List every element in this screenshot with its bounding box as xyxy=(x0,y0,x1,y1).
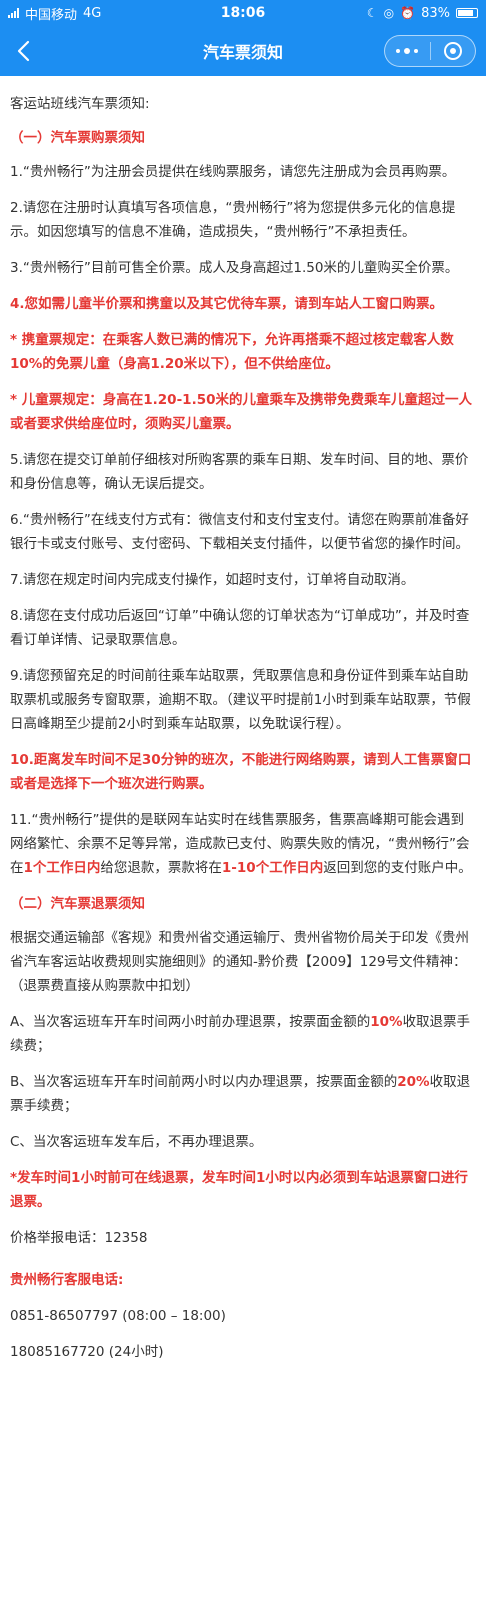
rule-a-text: A、当次客运班车开车时间两小时前办理退票，按票面金额的 xyxy=(10,1014,371,1030)
battery-percent: 83% xyxy=(421,5,450,21)
purchase-item-6: 6.“贵州畅行”在线支付方式有：微信支付和支付宝支付。请您在购票前准备好银行卡或… xyxy=(10,512,469,552)
purchase-item-4: 4.您如需儿童半价票和携童以及其它优待车票，请到车站人工窗口购票。 xyxy=(10,296,444,312)
purchase-item-2: 2.请您在注册时认真填写各项信息，“贵州畅行”将为您提供多元化的信息提示。如因您… xyxy=(10,200,456,240)
purchase-item-3: 3.“贵州畅行”目前可售全价票。成人及身高超过1.50米的儿童购买全价票。 xyxy=(10,260,459,276)
carrier-label: 中国移动 xyxy=(25,7,78,23)
purchase-item-9: 9.请您预留充足的时间前往乘车站取票，凭取票信息和身份证件到乘车站自助取票机或服… xyxy=(10,668,471,732)
purchase-item-8: 8.请您在支付成功后返回“订单”中确认您的订单状态为“订单成功”，并及时查看订单… xyxy=(10,608,470,648)
more-button[interactable] xyxy=(385,36,430,66)
chevron-left-icon xyxy=(17,40,30,62)
refund-basis: 根据交通运输部《客规》和贵州省交通运输厅、贵州省物价局关于印发《贵州省汽车客运站… xyxy=(10,930,469,994)
purchase-item-11: 11.“贵州畅行”提供的是联网车站实时在线售票服务，售票高峰期可能会遇到网络繁忙… xyxy=(10,808,476,880)
service-phone-title: 贵州畅行客服电话: xyxy=(10,1272,124,1288)
more-dots-icon xyxy=(394,48,420,54)
refund-rule-b: B、当次客运班车开车时间前两小时以内办理退票，按票面金额的20%收取退票手续费； xyxy=(10,1070,476,1118)
status-time: 18:06 xyxy=(220,5,266,21)
price-hotline: 价格举报电话：12358 xyxy=(10,1230,148,1246)
item11-refund-days: 1个工作日内 xyxy=(23,860,101,876)
child-ticket-rule: * 儿童票规定：身高在1.20-1.50米的儿童乘车及携带免费乘车儿童超过一人或… xyxy=(10,392,472,432)
page-title: 汽车票须知 xyxy=(202,43,283,62)
purchase-item-5: 5.请您在提交订单前仔细核对所购客票的乘车日期、发车时间、目的地、票价和身份信息… xyxy=(10,452,469,492)
item11-text-c: 给您退款，票款将在 xyxy=(100,860,222,876)
carry-child-rule: * 携童票规定：在乘客人数已满的情况下，允许再搭乘不超过核定载客人数10%的免票… xyxy=(10,332,454,372)
rule-b-text: B、当次客运班车开车时间前两小时以内办理退票，按票面金额的 xyxy=(10,1074,398,1090)
section-refund-title: （二）汽车票退票须知 xyxy=(10,896,145,912)
status-bar: 中国移动 4G 18:06 ☾ ◎ ⏰ 83% xyxy=(0,0,486,26)
back-button[interactable] xyxy=(6,34,40,68)
rule-a-percent: 10% xyxy=(370,1014,403,1030)
signal-icon xyxy=(8,8,19,18)
notice-content: 客运站班线汽车票须知: （一）汽车票购票须知 1.“贵州畅行”为注册会员提供在线… xyxy=(0,76,486,1376)
item11-text-e: 返回到您的支付账户中。 xyxy=(323,860,472,876)
item11-return-days: 1-10个工作日内 xyxy=(221,860,324,876)
service-phone-1[interactable]: 0851-86507797 (08:00 – 18:00) xyxy=(10,1304,476,1328)
alarm-icon: ⏰ xyxy=(400,6,416,20)
rule-b-percent: 20% xyxy=(397,1074,430,1090)
purchase-item-10: 10.距离发车时间不足30分钟的班次，不能进行网络购票，请到人工售票窗口或者是选… xyxy=(10,752,472,792)
purchase-item-7: 7.请您在规定时间内完成支付操作，如超时支付，订单将自动取消。 xyxy=(10,572,415,588)
nav-bar: 汽车票须知 xyxy=(0,26,486,76)
service-phone-2[interactable]: 18085167720 (24小时) xyxy=(10,1340,476,1364)
network-label: 4G xyxy=(83,5,102,21)
moon-icon: ☾ xyxy=(366,6,378,20)
mini-program-capsule xyxy=(384,35,476,67)
section-purchase-title: （一）汽车票购票须知 xyxy=(10,130,145,146)
refund-rule-a: A、当次客运班车开车时间两小时前办理退票，按票面金额的10%收取退票手续费； xyxy=(10,1010,476,1058)
intro-text: 客运站班线汽车票须知: xyxy=(10,96,150,112)
location-icon: ◎ xyxy=(383,6,395,20)
refund-rule-c: C、当次客运班车发车后，不再办理退票。 xyxy=(10,1134,263,1150)
battery-icon xyxy=(456,8,478,18)
target-circle-icon xyxy=(443,42,462,60)
purchase-item-1: 1.“贵州畅行”为注册会员提供在线购票服务，请您先注册成为会员再购票。 xyxy=(10,164,456,180)
refund-note: *发车时间1小时前可在线退票，发车时间1小时以内必须到车站退票窗口进行退票。 xyxy=(10,1170,468,1210)
close-button[interactable] xyxy=(431,36,476,66)
